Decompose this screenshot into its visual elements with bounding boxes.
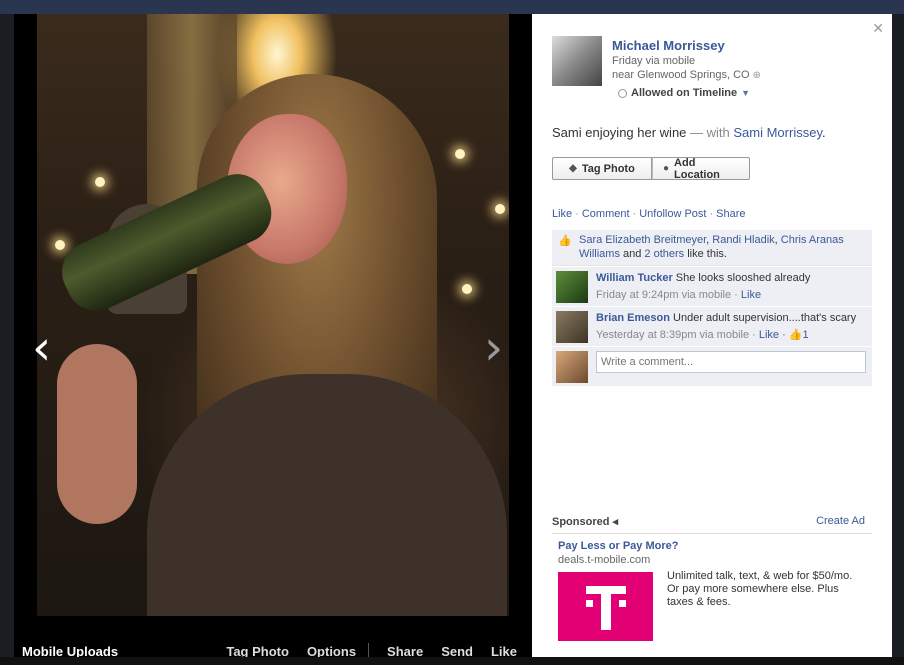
viewer-avatar bbox=[556, 351, 588, 383]
tagged-person-link[interactable]: Sami Morrissey bbox=[733, 125, 822, 140]
unfollow-post-action[interactable]: Unfollow Post bbox=[639, 208, 706, 220]
tag-photo-link[interactable]: Tag Photo bbox=[226, 644, 289, 658]
photo-subject-arm bbox=[57, 344, 137, 524]
add-location-label: Add Location bbox=[674, 156, 720, 181]
photo-lamp bbox=[462, 284, 472, 294]
create-ad-link[interactable]: Create Ad bbox=[816, 515, 865, 527]
comment-body: Brian Emeson Under adult supervision....… bbox=[596, 311, 866, 325]
caption-text: Sami enjoying her wine bbox=[552, 125, 687, 140]
circle-icon bbox=[618, 88, 627, 98]
author-avatar[interactable] bbox=[552, 36, 602, 86]
add-location-button[interactable]: ● Add Location bbox=[652, 156, 750, 181]
divider bbox=[368, 643, 370, 657]
post-location: near Glenwood Springs, CO ⊕ bbox=[612, 69, 761, 81]
divider bbox=[552, 533, 872, 534]
photo[interactable] bbox=[37, 14, 509, 616]
caption-with: — with bbox=[686, 125, 734, 140]
photo-lamp bbox=[55, 240, 65, 250]
chevron-right-icon[interactable]: › bbox=[484, 324, 503, 372]
commenter-avatar[interactable] bbox=[556, 311, 588, 343]
send-link[interactable]: Send bbox=[441, 644, 473, 658]
comment-like-link[interactable]: Like bbox=[759, 329, 779, 341]
location-pin-icon: ● bbox=[663, 163, 670, 174]
post-actions: Like · Comment · Unfollow Post · Share bbox=[552, 208, 746, 220]
liker-link[interactable]: Sara Elizabeth Breitmeyer bbox=[579, 234, 706, 246]
close-icon[interactable]: ✕ bbox=[872, 20, 884, 37]
comment-meta: Yesterday at 8:39pm via mobile · Like · … bbox=[596, 329, 809, 341]
tag-photo-button[interactable]: ◆ Tag Photo bbox=[552, 157, 652, 180]
comment-meta: Friday at 9:24pm via mobile · Like bbox=[596, 289, 762, 301]
feedback-box: 👍 Sara Elizabeth Breitmeyer, Randi Hladi… bbox=[552, 230, 872, 386]
background-right bbox=[892, 14, 904, 665]
others-link[interactable]: 2 others bbox=[644, 248, 684, 260]
background-bottom bbox=[0, 657, 904, 665]
comment-item: Brian Emeson Under adult supervision....… bbox=[552, 306, 872, 346]
share-action[interactable]: Share bbox=[716, 208, 745, 220]
background-topbar bbox=[0, 0, 904, 14]
location-text: near Glenwood Springs, CO bbox=[612, 69, 750, 81]
ad-domain: deals.t-mobile.com bbox=[558, 554, 651, 566]
ad-body: Unlimited talk, text, & web for $50/mo. … bbox=[667, 570, 853, 608]
globe-icon: ⊕ bbox=[752, 70, 762, 81]
comment-text: Under adult supervision....that's scary bbox=[669, 312, 857, 324]
sponsored-label: Sponsored bbox=[552, 516, 610, 528]
photo-footer: Mobile Uploads Tag Photo Options Share S… bbox=[14, 629, 532, 657]
comment-like-link[interactable]: Like bbox=[741, 289, 761, 301]
ad-title[interactable]: Pay Less or Pay More? bbox=[558, 540, 678, 552]
likes-sentence: 👍 Sara Elizabeth Breitmeyer, Randi Hladi… bbox=[552, 230, 872, 266]
thumbs-up-icon: 👍 bbox=[558, 235, 572, 247]
timeline-privacy-selector[interactable]: Allowed on Timeline ▼ bbox=[618, 87, 750, 99]
caption-end: . bbox=[821, 125, 826, 140]
comment-input[interactable] bbox=[596, 351, 866, 373]
tag-photo-label: Tag Photo bbox=[581, 162, 635, 175]
options-link[interactable]: Options bbox=[307, 644, 356, 658]
chevron-left-icon[interactable]: ‹ bbox=[32, 324, 51, 372]
megaphone-icon: ◂ bbox=[612, 516, 619, 528]
comment-item: William Tucker She looks slooshed alread… bbox=[552, 266, 872, 306]
commenter-avatar[interactable] bbox=[556, 271, 588, 303]
liker-link[interactable]: Randi Hladik bbox=[712, 234, 774, 246]
comment-action[interactable]: Comment bbox=[582, 208, 630, 220]
photo-actions: Tag Photo Options Share Send Like bbox=[208, 643, 517, 657]
post-time: Friday via mobile bbox=[612, 55, 696, 67]
commenter-name[interactable]: William Tucker bbox=[596, 272, 673, 284]
photo-info-panel: ✕ Michael Morrissey Friday via mobile ne… bbox=[532, 14, 892, 657]
comment-body: William Tucker She looks slooshed alread… bbox=[596, 271, 866, 285]
chevron-down-icon: ▼ bbox=[741, 88, 751, 98]
photo-pane: ‹ › Mobile Uploads Tag Photo Options Sha… bbox=[14, 14, 532, 657]
comment-text: She looks slooshed already bbox=[672, 272, 811, 284]
tmobile-logo-icon[interactable] bbox=[558, 572, 653, 641]
like-action[interactable]: Like bbox=[552, 208, 572, 220]
tag-icon: ◆ bbox=[569, 163, 577, 174]
commenter-name[interactable]: Brian Emeson bbox=[596, 312, 670, 324]
photo-button-group: ◆ Tag Photo ● Add Location bbox=[552, 156, 750, 181]
like-link[interactable]: Like bbox=[491, 644, 517, 658]
photo-lamp bbox=[455, 149, 465, 159]
comment-like-count[interactable]: · 👍1 bbox=[779, 329, 809, 341]
background-left bbox=[0, 14, 14, 665]
album-link[interactable]: Mobile Uploads bbox=[22, 644, 118, 657]
share-link[interactable]: Share bbox=[387, 644, 423, 658]
photo-lamp bbox=[95, 177, 105, 187]
author-name[interactable]: Michael Morrissey bbox=[612, 38, 725, 53]
photo-theater: ‹ › Mobile Uploads Tag Photo Options Sha… bbox=[0, 0, 904, 665]
photo-lamp bbox=[495, 204, 505, 214]
comment-composer bbox=[552, 346, 872, 386]
sponsored-header: Sponsored ◂ bbox=[552, 515, 618, 528]
post-caption: Sami enjoying her wine — with Sami Morri… bbox=[552, 125, 826, 140]
privacy-label: Allowed on Timeline bbox=[631, 87, 738, 99]
